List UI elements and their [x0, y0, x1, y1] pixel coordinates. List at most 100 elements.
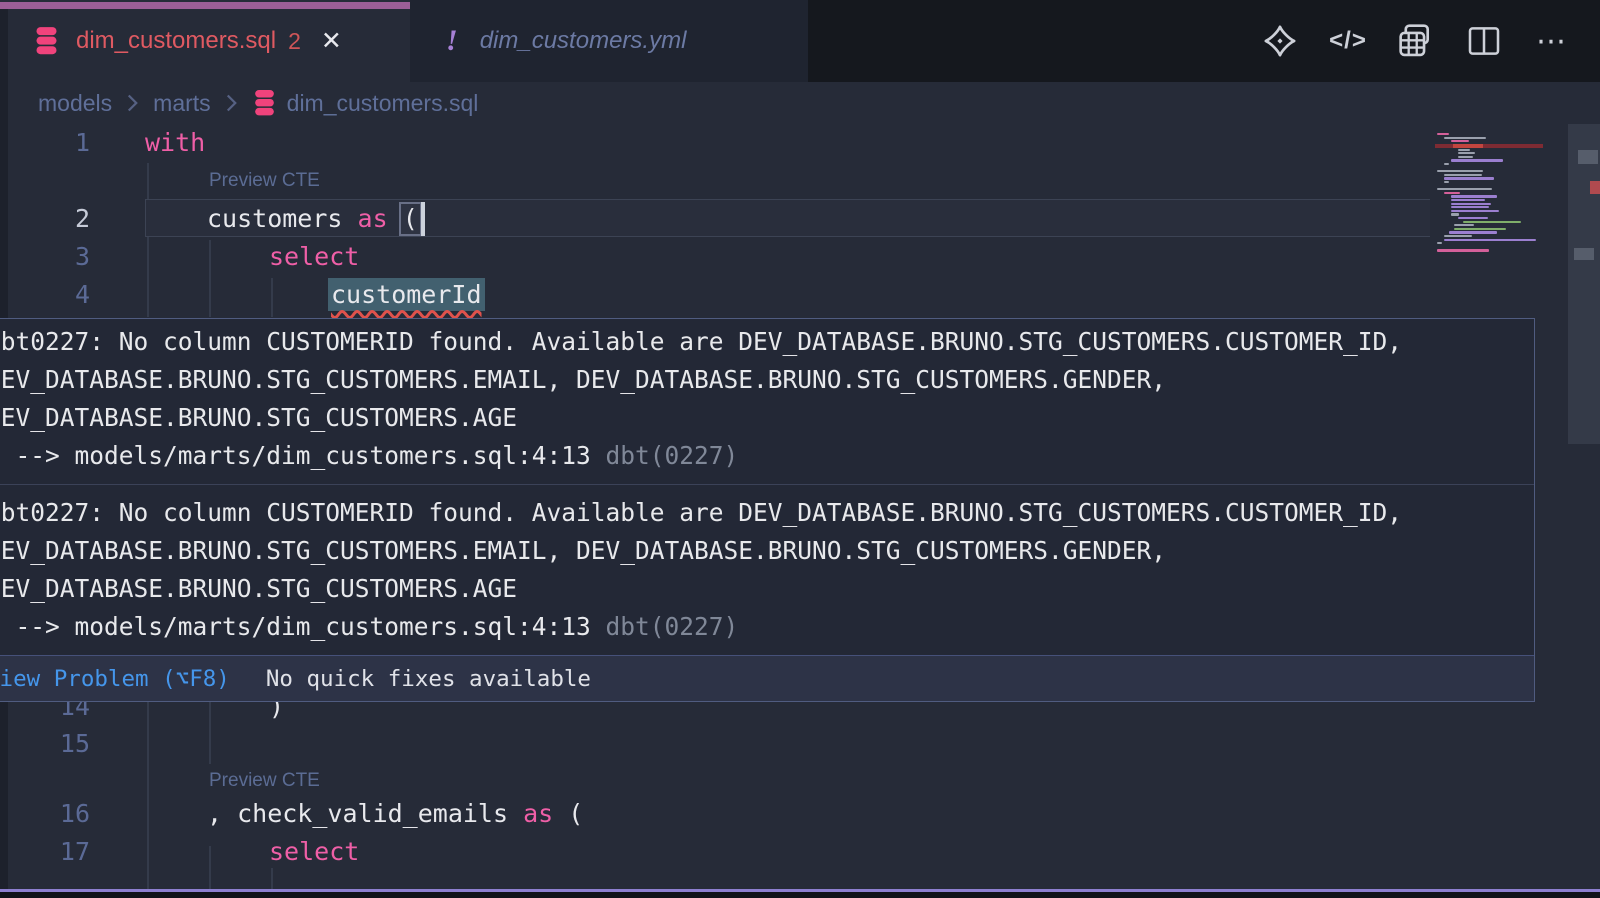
- scrollbar-slider[interactable]: [1568, 124, 1600, 444]
- identifier: customers: [207, 204, 358, 233]
- minimap-code-line: [1444, 177, 1494, 179]
- minimap-code-line: [1451, 213, 1459, 215]
- diagnostic-source: [591, 441, 606, 470]
- indent-guide: [147, 702, 149, 890]
- minimap-code-line: [1451, 199, 1485, 201]
- minimap-code-line: [1437, 133, 1449, 135]
- indent-guide: [209, 846, 211, 890]
- indent-guide: [209, 240, 211, 317]
- minimap-code-line: [1451, 159, 1503, 161]
- no-quick-fixes-text: No quick fixes available: [266, 666, 591, 692]
- overview-ruler-marker: [1578, 150, 1598, 164]
- tab-label: dim_customers.sql: [76, 27, 276, 55]
- diagnostic-source: [591, 612, 606, 641]
- diagnostic-message: DEV_DATABASE.BRUNO.STG_CUSTOMERS.AGE: [0, 570, 517, 608]
- breadcrumb: models marts dim_customers.sql: [0, 82, 1600, 124]
- diagnostic-message: dbt0227: No column CUSTOMERID found. Ava…: [0, 494, 1402, 532]
- close-icon[interactable]: ✕: [321, 26, 342, 56]
- line-number[interactable]: 3: [0, 238, 90, 276]
- minimap-code-line: [1437, 249, 1489, 251]
- hover-status-bar: View Problem (⌥F8) No quick fixes availa…: [0, 655, 1534, 701]
- diagnostic-source: dbt(0227): [606, 441, 739, 470]
- tab-problem-badge: 2: [288, 28, 301, 55]
- editor-actions: </> ⋯: [1260, 0, 1572, 82]
- minimap-code-line: [1444, 163, 1449, 165]
- query-results-icon[interactable]: [1396, 21, 1436, 61]
- keyword: select: [269, 837, 359, 866]
- identifier: , check_valid_emails: [207, 799, 523, 828]
- diagnostic-path: --> models/marts/dim_customers.sql:4:13: [0, 441, 591, 470]
- breadcrumb-file[interactable]: dim_customers.sql: [287, 90, 479, 117]
- code-line-3[interactable]: select: [269, 238, 359, 276]
- line-number[interactable]: 17: [0, 833, 90, 871]
- editor-window: dim_customers.sql 2 ✕ ! dim_customers.ym…: [0, 0, 1600, 898]
- breadcrumb-models[interactable]: models: [38, 90, 112, 117]
- view-problem-link[interactable]: View Problem (⌥F8): [0, 666, 230, 692]
- code-line-16[interactable]: , check_valid_emails as (: [207, 795, 583, 833]
- code-line-4[interactable]: customerId: [328, 276, 485, 314]
- chevron-right-icon: [126, 93, 139, 113]
- compiled-code-icon[interactable]: </>: [1328, 21, 1368, 61]
- dbt-power-user-icon[interactable]: [1260, 21, 1300, 61]
- error-identifier: customerId: [328, 278, 485, 311]
- line-number[interactable]: 16: [0, 795, 90, 833]
- diagnostic-message: DEV_DATABASE.BRUNO.STG_CUSTOMERS.EMAIL, …: [0, 532, 1166, 570]
- active-tab-accent: [0, 2, 410, 9]
- minimap-code-line: [1437, 188, 1492, 190]
- minimap-code-line: [1458, 156, 1473, 158]
- more-actions-icon[interactable]: ⋯: [1532, 21, 1572, 61]
- minimap-code-line: [1437, 170, 1483, 172]
- diagnostic-message: dbt0227: No column CUSTOMERID found. Ava…: [0, 323, 1402, 361]
- tab-dim-customers-sql[interactable]: dim_customers.sql 2 ✕: [0, 0, 410, 82]
- codelens-preview-cte[interactable]: Preview CTE: [209, 770, 320, 792]
- matched-bracket: (: [399, 202, 422, 236]
- warning-icon: !: [446, 24, 458, 58]
- line-number[interactable]: 1: [0, 124, 90, 162]
- overview-ruler-marker: [1574, 248, 1594, 260]
- minimap-error-line: [1435, 144, 1543, 148]
- bracket: (: [553, 799, 583, 828]
- overview-ruler-marker: [1590, 181, 1600, 194]
- database-icon: [33, 26, 60, 56]
- minimap-code-line: [1451, 195, 1497, 197]
- indent-guide: [209, 702, 211, 764]
- diagnostic-location: --> models/marts/dim_customers.sql:4:13 …: [0, 437, 738, 475]
- split-editor-icon[interactable]: [1464, 21, 1504, 61]
- minimap-code-line: [1437, 242, 1442, 244]
- minimap-code-line: [1449, 231, 1497, 233]
- diagnostic-path: --> models/marts/dim_customers.sql:4:13: [0, 612, 591, 641]
- chevron-right-icon: [225, 93, 238, 113]
- minimap-code-line: [1454, 224, 1474, 226]
- database-icon: [252, 89, 277, 117]
- code-line-1[interactable]: with: [145, 124, 205, 162]
- minimap-code-line: [1451, 206, 1489, 208]
- indent-guide: [271, 278, 273, 317]
- breadcrumb-marts[interactable]: marts: [153, 90, 211, 117]
- codelens-preview-cte[interactable]: Preview CTE: [209, 170, 320, 192]
- line-number[interactable]: 2: [0, 200, 90, 238]
- minimap-code-line: [1444, 137, 1486, 139]
- code-editor[interactable]: 1 2 3 4 with Preview CTE customers as ( …: [0, 124, 1600, 890]
- line-number[interactable]: 4: [0, 276, 90, 314]
- diagnostic-source: dbt(0227): [606, 612, 739, 641]
- minimap-code-line: [1444, 174, 1482, 176]
- tab-dim-customers-yml[interactable]: ! dim_customers.yml: [410, 0, 808, 82]
- tab-label: dim_customers.yml: [480, 27, 687, 55]
- code-line-17[interactable]: select: [269, 833, 359, 871]
- window-bottom-edge: [0, 892, 1600, 898]
- problem-hover-panel: dbt0227: No column CUSTOMERID found. Ava…: [0, 318, 1535, 702]
- tab-bar: dim_customers.sql 2 ✕ ! dim_customers.ym…: [0, 0, 1600, 82]
- scrollbar: [1568, 124, 1600, 890]
- minimap-code-line: [1444, 239, 1536, 241]
- minimap-code-line: [1458, 152, 1475, 154]
- diagnostic-location: --> models/marts/dim_customers.sql:4:13 …: [0, 608, 738, 646]
- minimap-code-line: [1458, 149, 1470, 151]
- minimap-code-line: [1451, 210, 1499, 212]
- minimap-code-line: [1444, 192, 1460, 194]
- minimap-code-line: [1451, 203, 1491, 205]
- diagnostic-message: DEV_DATABASE.BRUNO.STG_CUSTOMERS.EMAIL, …: [0, 361, 1166, 399]
- minimap-code-line: [1454, 228, 1506, 230]
- code-line-2[interactable]: customers as (: [207, 200, 422, 238]
- minimap-code-line: [1463, 221, 1521, 223]
- line-number[interactable]: 15: [0, 725, 90, 763]
